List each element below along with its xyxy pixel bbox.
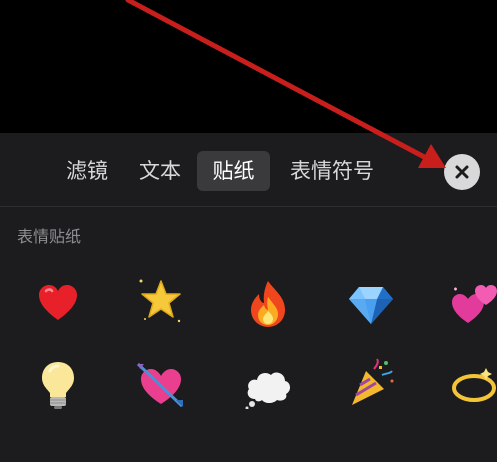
sticker-two-hearts[interactable] [446, 276, 497, 332]
sticker-cloud[interactable] [240, 359, 296, 415]
party-popper-sticker-icon [352, 358, 394, 405]
sticker-heart-arrow[interactable] [133, 357, 189, 413]
section-title: 表情贴纸 [17, 227, 82, 246]
close-button[interactable] [444, 154, 480, 190]
tab-emoji[interactable]: 表情符号 [282, 151, 382, 191]
sticker-star[interactable] [133, 273, 189, 329]
cloud-sticker-icon [245, 372, 291, 409]
sticker-halo[interactable] [446, 357, 497, 413]
heart-arrow-sticker-icon [136, 362, 184, 408]
tab-sticker[interactable]: 贴纸 [197, 151, 270, 191]
star-sticker-icon [139, 279, 181, 323]
sticker-party-popper[interactable] [343, 355, 399, 411]
heart-sticker-icon [39, 285, 77, 320]
tab-text[interactable]: 文本 [133, 151, 187, 191]
light-bulb-sticker-icon [42, 362, 74, 409]
tab-filter[interactable]: 滤镜 [60, 151, 114, 191]
divider [0, 206, 497, 207]
sticker-diamond[interactable] [343, 277, 399, 333]
two-hearts-sticker-icon [452, 285, 497, 323]
preview-area [0, 0, 497, 133]
halo-sticker-icon [452, 368, 496, 402]
close-icon [455, 165, 469, 179]
sticker-fire[interactable] [240, 276, 296, 332]
sticker-heart[interactable] [30, 275, 86, 331]
sticker-panel: 滤镜 文本 贴纸 表情符号 表情贴纸 [0, 133, 497, 462]
sticker-light-bulb[interactable] [30, 357, 86, 413]
editor-screen: 滤镜 文本 贴纸 表情符号 表情贴纸 [0, 0, 497, 462]
diamond-sticker-icon [349, 287, 393, 324]
fire-sticker-icon [251, 281, 285, 327]
tab-bar: 滤镜 文本 贴纸 表情符号 [0, 133, 497, 206]
